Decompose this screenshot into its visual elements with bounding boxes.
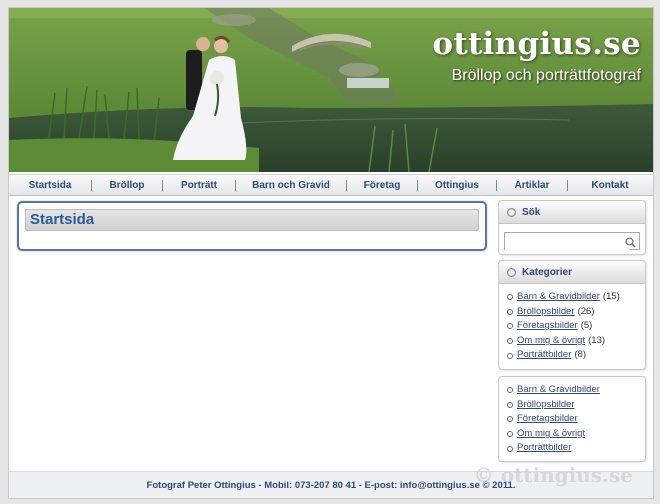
nav-item-foretag[interactable]: Företag: [347, 180, 417, 191]
nav-item-portratt[interactable]: Porträtt: [163, 180, 235, 191]
search-icon[interactable]: [625, 235, 636, 253]
category-link[interactable]: Om mig & övrigt: [517, 334, 585, 349]
bullet-icon: [507, 294, 513, 301]
list-item: Barn & Gravidbilder: [507, 383, 645, 398]
site-tagline: Bröllop och porträttfotograf: [451, 67, 641, 84]
bullet-icon: [507, 387, 513, 394]
watermark: © ottingius.se: [473, 463, 633, 487]
category-count: (13): [588, 334, 606, 346]
list-item: Porträttbilder: [507, 441, 645, 456]
header-banner: ottingius.se Bröllop och porträttfotogra…: [9, 8, 653, 172]
bullet-icon: [507, 416, 513, 423]
page-link[interactable]: Porträttbilder: [517, 441, 571, 456]
page: ottingius.se Bröllop och porträttfotogra…: [8, 7, 654, 499]
search-widget-title: Sök: [522, 206, 541, 218]
nav-item-kontakt[interactable]: Kontakt: [568, 180, 652, 191]
bullet-icon: [507, 308, 513, 315]
nav-item-ottingius[interactable]: Ottingius: [418, 180, 496, 191]
page-link[interactable]: Bröllopsbilder: [517, 398, 575, 413]
category-count: (26): [577, 305, 595, 317]
nav-item-artiklar[interactable]: Artiklar: [497, 180, 567, 191]
list-item: Bröllopsbilder: [507, 398, 645, 413]
bullet-icon: [507, 431, 513, 438]
categories-widget-title: Kategorier: [522, 266, 573, 278]
list-item: Om mig & övrigt (13): [507, 334, 645, 349]
category-count: (5): [580, 320, 593, 332]
nav-item-barn-och-gravid[interactable]: Barn och Gravid: [236, 180, 346, 191]
search-widget-header: Sök: [499, 201, 645, 224]
category-link[interactable]: Företagsbilder: [517, 319, 578, 334]
page-title-bar: Startsida: [25, 209, 479, 231]
nav-item-startsida[interactable]: Startsida: [9, 180, 91, 191]
category-link[interactable]: Barn & Gravidbilder: [517, 290, 600, 305]
site-title[interactable]: ottingius.se: [432, 26, 641, 62]
bullet-icon: [507, 323, 513, 330]
bullet-icon: [507, 352, 513, 359]
list-item: Om mig & övrigt: [507, 427, 645, 442]
bullet-icon: [507, 445, 513, 452]
circle-bullet-icon: [507, 267, 516, 277]
main-content-box: Startsida: [17, 201, 487, 251]
list-item: Porträttbilder (8): [507, 348, 645, 363]
page-link-list: Barn & Gravidbilder Bröllopsbilder Föret…: [499, 377, 645, 456]
search-widget: Sök: [498, 200, 646, 255]
list-item: Bröllopsbilder (26): [507, 305, 645, 320]
category-link[interactable]: Bröllopsbilder: [517, 305, 575, 320]
categories-widget: Kategorier Barn & Gravidbilder (15) Bröll…: [498, 260, 646, 370]
main-nav: Startsida Bröllop Porträtt Barn och Grav…: [9, 174, 653, 196]
nav-item-brollop[interactable]: Bröllop: [92, 180, 162, 191]
categories-widget-header: Kategorier: [499, 261, 645, 284]
category-count: (8): [574, 349, 587, 361]
category-count: (15): [602, 291, 620, 302]
list-item: Företagsbilder (5): [507, 319, 645, 334]
list-item: Barn & Gravidbilder (15): [507, 290, 645, 305]
links-widget: Barn & Gravidbilder Bröllopsbilder Föret…: [498, 376, 646, 462]
category-list: Barn & Gravidbilder (15) Bröllopsbilder (2…: [499, 284, 645, 363]
page-link[interactable]: Barn & Gravidbilder: [517, 383, 600, 398]
list-item: Företagsbilder: [507, 412, 645, 427]
page-title: Startsida: [30, 211, 95, 228]
search-input[interactable]: [505, 235, 629, 252]
bullet-icon: [507, 401, 513, 408]
category-link[interactable]: Porträttbilder: [517, 348, 571, 363]
bullet-icon: [507, 338, 513, 345]
circle-bullet-icon: [507, 207, 516, 217]
search-box: [504, 232, 640, 253]
page-link[interactable]: Företagsbilder: [517, 412, 578, 427]
page-link[interactable]: Om mig & övrigt: [517, 427, 585, 442]
